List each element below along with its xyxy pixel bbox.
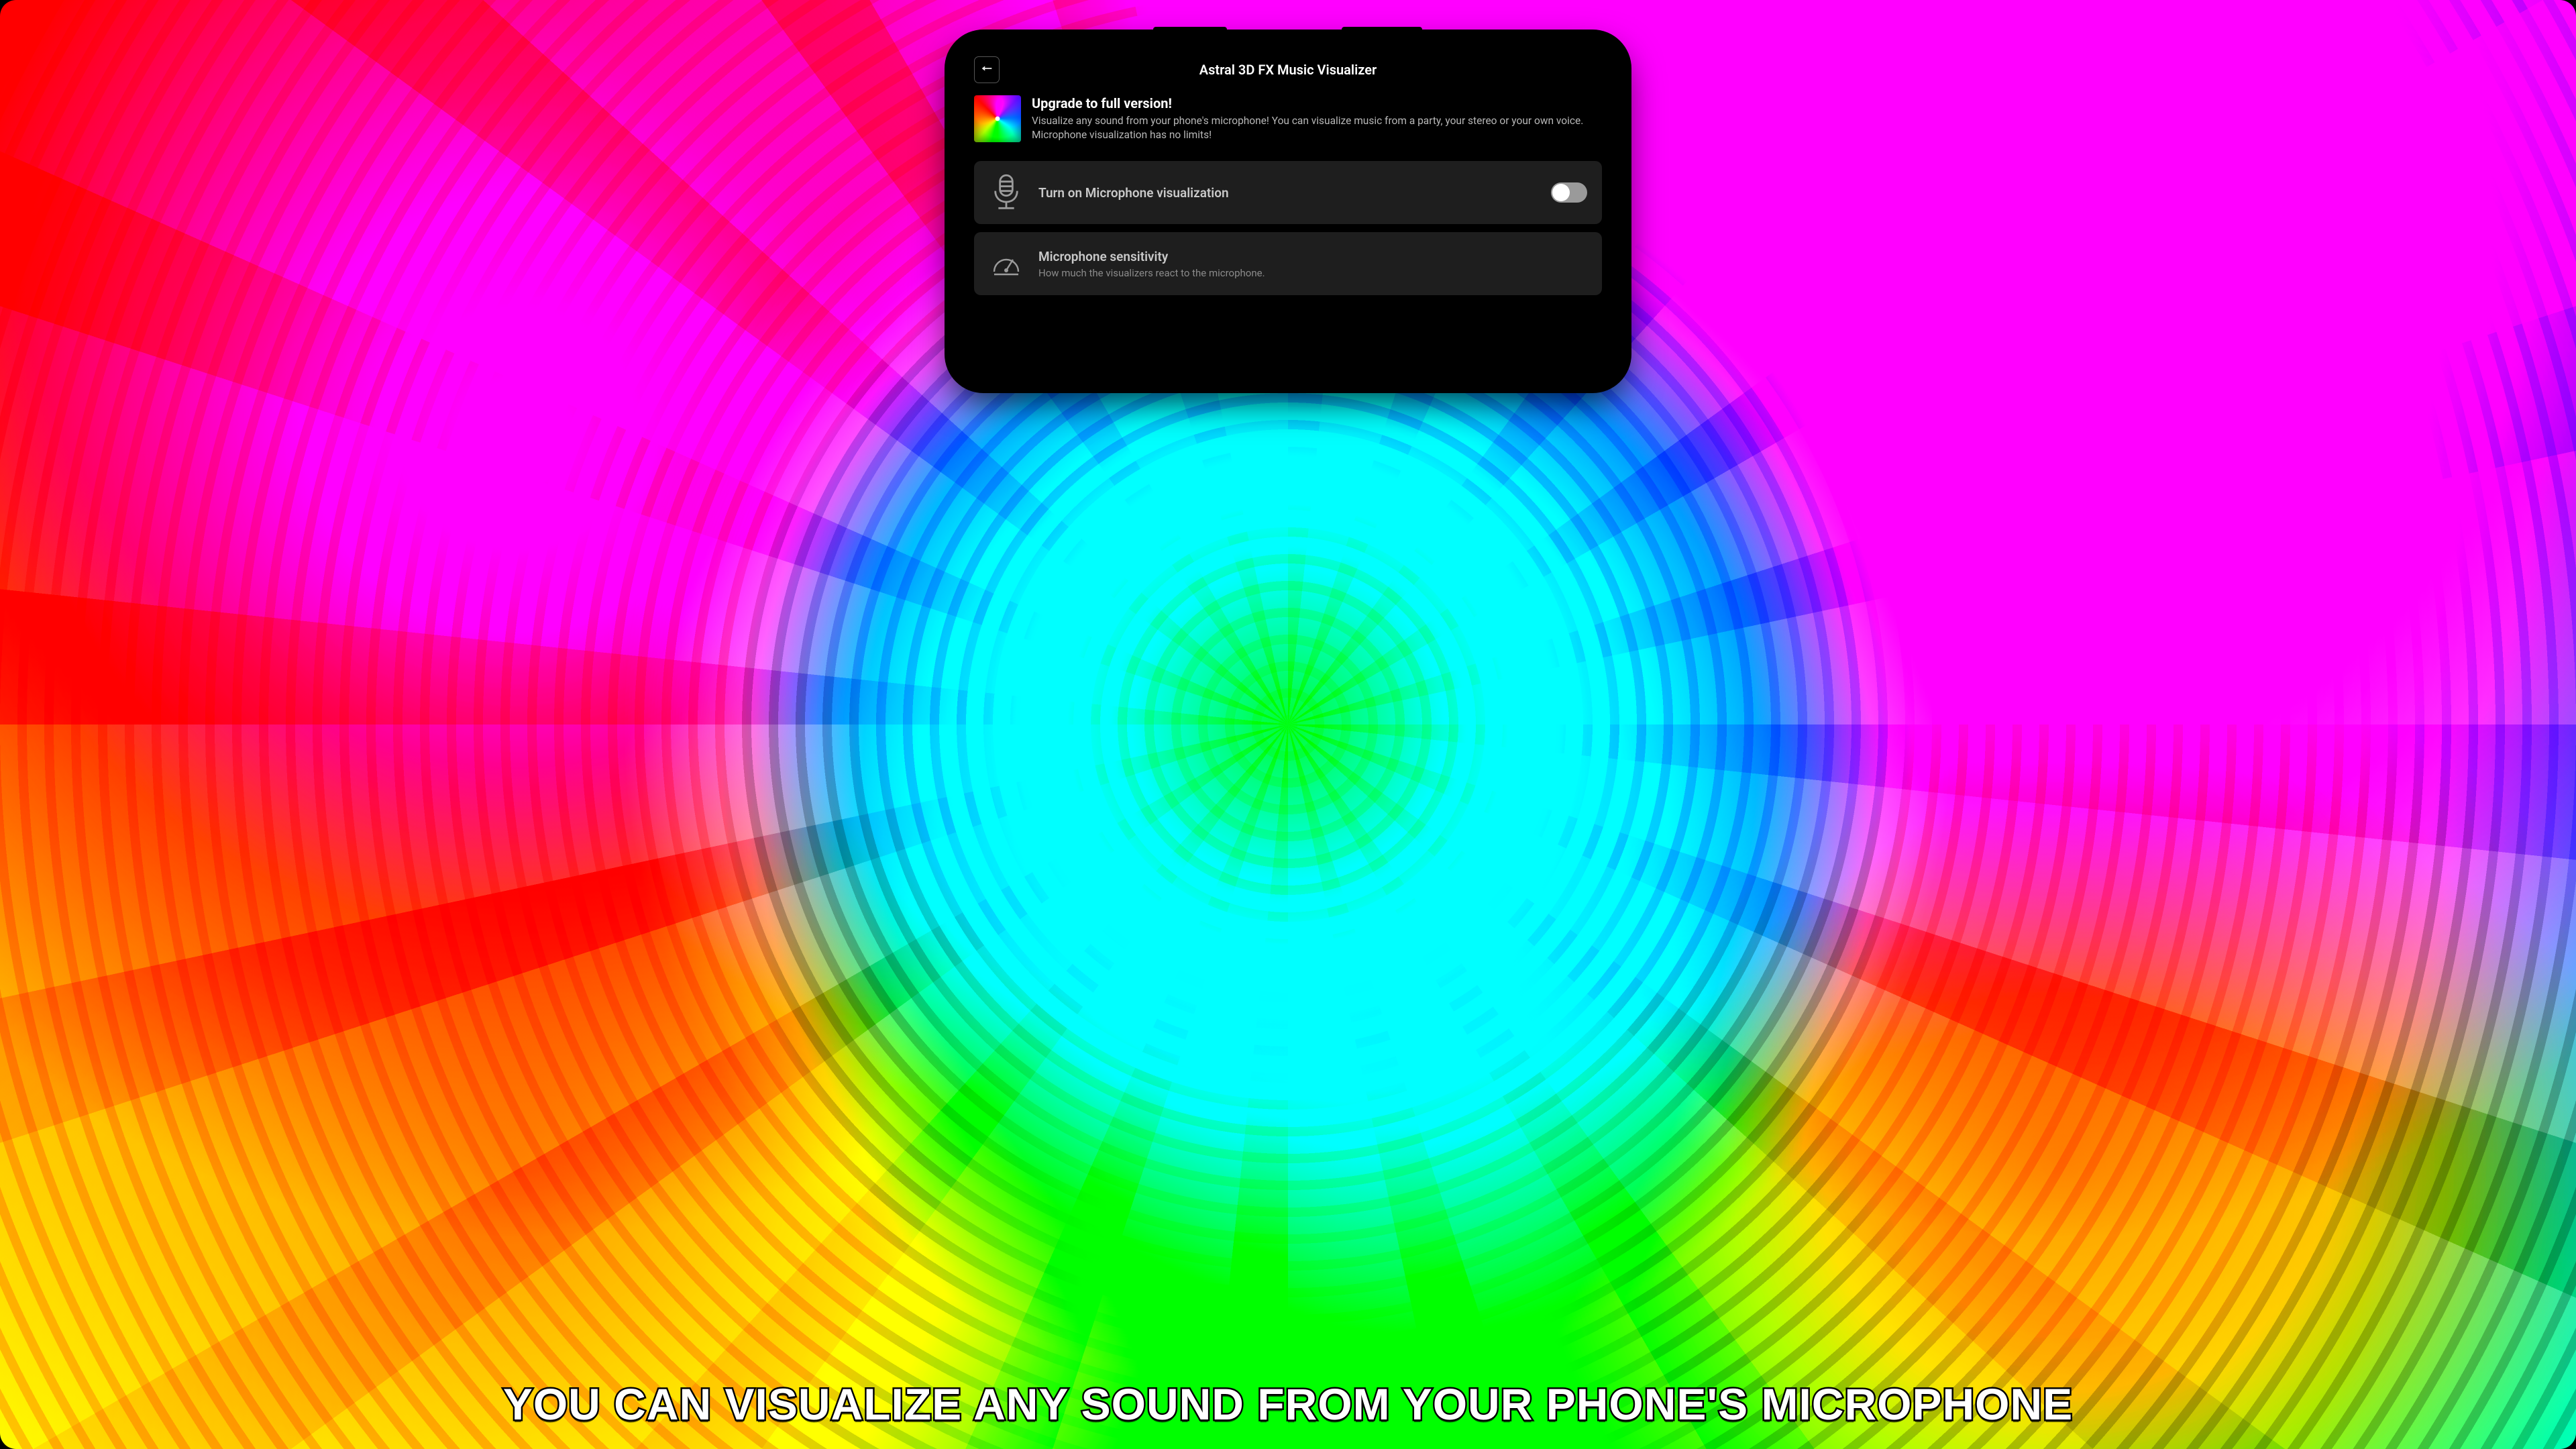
mic-visualization-row[interactable]: Turn on Microphone visualization [974, 161, 1602, 224]
back-button[interactable] [974, 56, 1000, 83]
gauge-icon [989, 244, 1024, 283]
toggle-knob [1552, 184, 1570, 201]
microphone-icon [989, 173, 1024, 212]
phone-frame: Astral 3D FX Music Visualizer Upgrade to… [951, 36, 1625, 386]
promo-body: Visualize any sound from your phone's mi… [1032, 114, 1602, 142]
app-screen: Astral 3D FX Music Visualizer Upgrade to… [962, 47, 1614, 376]
app-header: Astral 3D FX Music Visualizer [962, 47, 1614, 90]
mic-sensitivity-row[interactable]: Microphone sensitivity How much the visu… [974, 232, 1602, 295]
upgrade-promo[interactable]: Upgrade to full version! Visualize any s… [974, 90, 1602, 153]
mic-visualization-label: Turn on Microphone visualization [1038, 185, 1536, 201]
mic-sensitivity-sub: How much the visualizers react to the mi… [1038, 267, 1587, 279]
promo-heading: Upgrade to full version! [1032, 95, 1602, 111]
mic-sensitivity-label: Microphone sensitivity [1038, 249, 1587, 264]
marketing-caption: YOU CAN VISUALIZE ANY SOUND FROM YOUR PH… [103, 1379, 2473, 1430]
mic-visualization-toggle[interactable] [1551, 182, 1587, 203]
app-title: Astral 3D FX Music Visualizer [1199, 62, 1377, 78]
back-arrow-icon [979, 61, 994, 78]
starburst-icon [974, 95, 1021, 142]
